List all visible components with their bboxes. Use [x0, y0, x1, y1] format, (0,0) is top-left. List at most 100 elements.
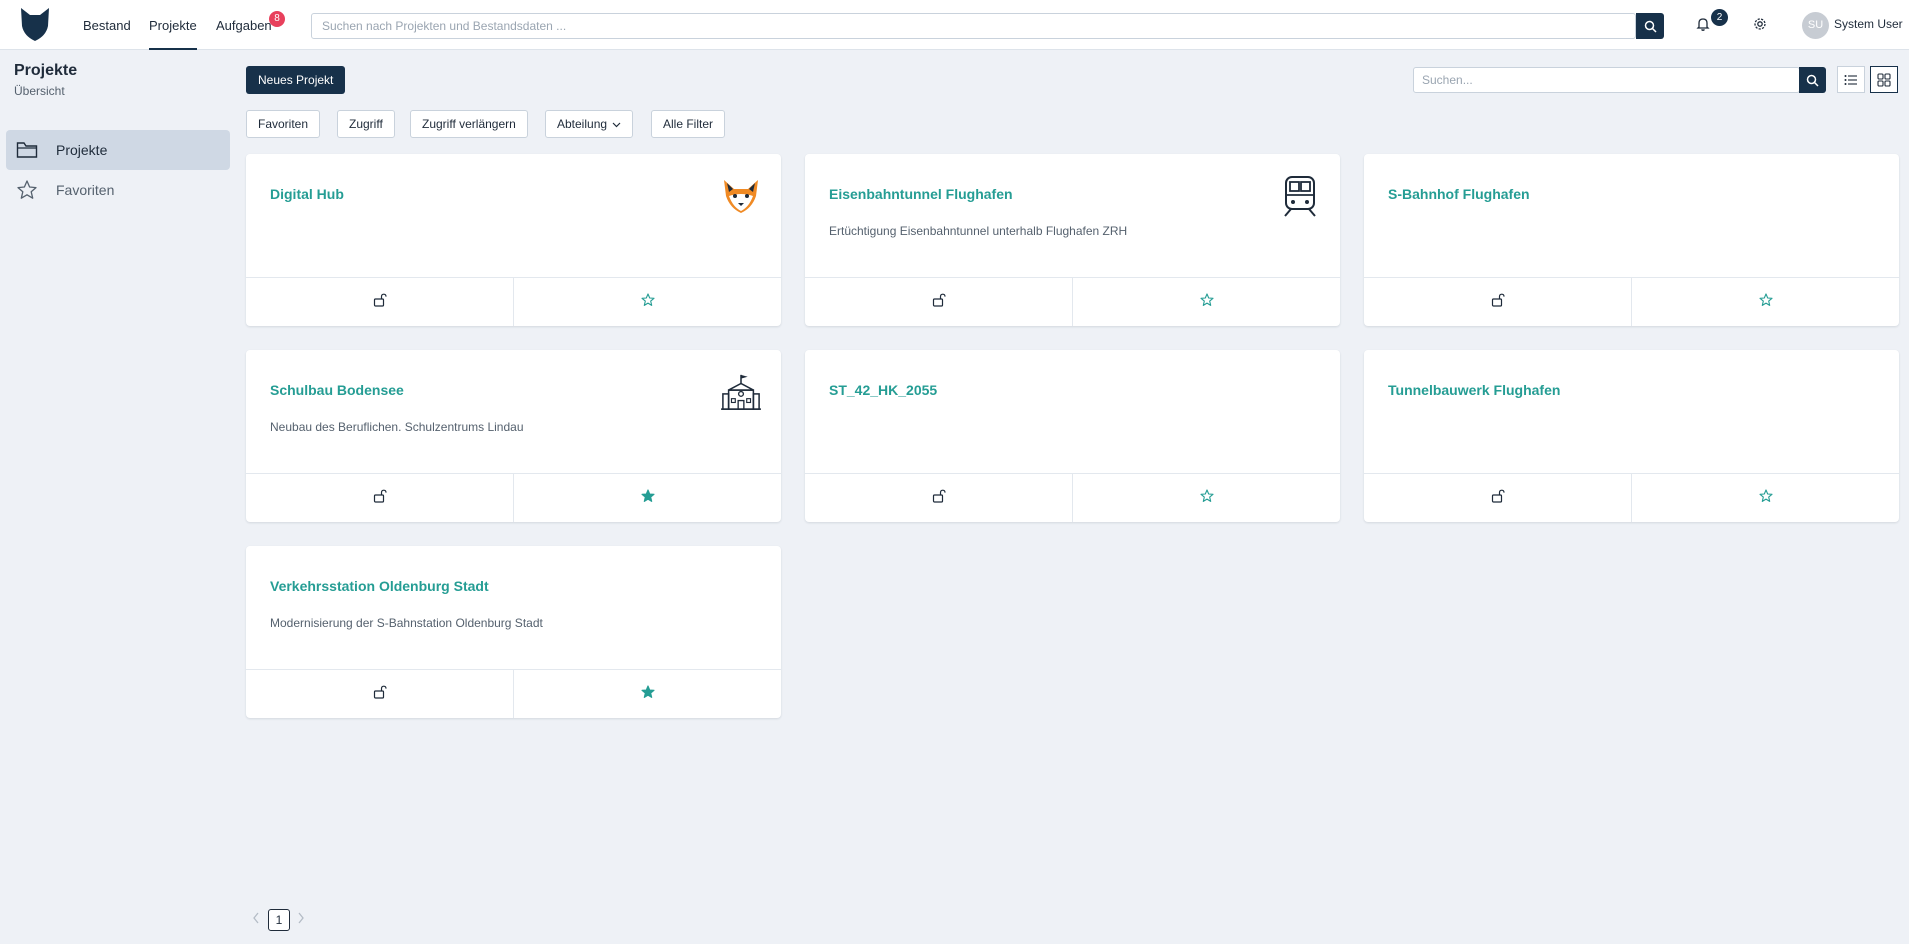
unlock-icon [373, 293, 387, 312]
filter-label: Zugriff [349, 117, 383, 131]
unlock-icon [1491, 489, 1505, 508]
company-logo-icon[interactable] [18, 6, 52, 42]
favorite-toggle-button[interactable] [1072, 474, 1340, 522]
user-name[interactable]: System User [1834, 17, 1903, 31]
avatar[interactable]: SU [1802, 12, 1829, 39]
star-icon [1199, 488, 1214, 508]
access-lock-button[interactable] [1364, 278, 1631, 326]
project-title-link[interactable]: ST_42_HK_2055 [829, 382, 937, 398]
project-title-link[interactable]: Schulbau Bodensee [270, 382, 404, 398]
filter-abteilung-dropdown[interactable]: Abteilung [545, 110, 634, 138]
chevron-down-icon [612, 122, 621, 127]
filter-label: Abteilung [557, 117, 608, 131]
project-description: Neubau des Beruflichen. Schulzentrums Li… [270, 420, 524, 434]
list-view-button[interactable] [1837, 66, 1865, 93]
global-search-field [311, 13, 1636, 39]
project-title-link[interactable]: Digital Hub [270, 186, 344, 202]
global-search-input[interactable] [312, 14, 1635, 38]
new-project-button[interactable]: Neues Projekt [246, 66, 346, 94]
filter-alle-filter-button[interactable]: Alle Filter [651, 110, 726, 138]
project-title-link[interactable]: Eisenbahntunnel Flughafen [829, 186, 1013, 202]
unlock-icon [373, 685, 387, 704]
star-icon [640, 292, 655, 312]
filter-zugriff-button[interactable]: Zugriff [337, 110, 395, 138]
project-description: Modernisierung der S-Bahnstation Oldenbu… [270, 616, 543, 630]
filter-favoriten-button[interactable]: Favoriten [246, 110, 321, 138]
favorite-toggle-button[interactable] [513, 670, 781, 718]
star-filled-icon [640, 684, 655, 704]
page-subtitle: Übersicht [14, 84, 65, 98]
project-card[interactable]: Digital Hub [246, 154, 781, 326]
project-search-field [1413, 67, 1800, 93]
grid-icon [1877, 72, 1891, 87]
unlock-icon [373, 489, 387, 508]
filter-zugriff-verlaengern-button[interactable]: Zugriff verlängern [410, 110, 528, 138]
nav-item-bestand[interactable]: Bestand [83, 0, 131, 50]
bell-icon[interactable] [1694, 15, 1712, 33]
access-lock-button[interactable] [805, 474, 1072, 522]
project-description: Ertüchtigung Eisenbahntunnel unterhalb F… [829, 224, 1128, 238]
nav-item-projekte[interactable]: Projekte [149, 0, 197, 50]
access-lock-button[interactable] [246, 474, 513, 522]
project-card-actions [805, 473, 1340, 522]
filter-label: Favoriten [258, 117, 309, 131]
grid-view-button[interactable] [1870, 66, 1898, 93]
project-card[interactable]: Tunnelbauwerk Flughafen [1364, 350, 1899, 522]
filter-label: Alle Filter [663, 117, 714, 131]
chevron-left-icon [253, 912, 259, 924]
project-card-actions [246, 473, 781, 522]
star-icon [1758, 292, 1773, 312]
project-card-actions [246, 277, 781, 326]
notification-count-badge: 2 [1711, 9, 1728, 26]
gear-icon[interactable] [1751, 15, 1769, 33]
star-icon [1199, 292, 1214, 312]
project-card[interactable]: Eisenbahntunnel Flughafen Ertüchtigung Ei… [805, 154, 1340, 326]
sidebar-item-label: Favoriten [56, 182, 115, 198]
favorite-toggle-button[interactable] [1631, 278, 1899, 326]
sidebar-item-favoriten[interactable]: Favoriten [6, 170, 230, 210]
fox-icon [721, 176, 761, 216]
star-icon [1758, 488, 1773, 508]
access-lock-button[interactable] [805, 278, 1072, 326]
favorite-toggle-button[interactable] [513, 278, 781, 326]
access-lock-button[interactable] [246, 278, 513, 326]
unlock-icon [932, 293, 946, 312]
favorite-toggle-button[interactable] [1072, 278, 1340, 326]
unlock-icon [1491, 293, 1505, 312]
access-lock-button[interactable] [246, 670, 513, 718]
next-page-button[interactable] [296, 911, 306, 925]
star-icon [14, 179, 40, 201]
project-title-link[interactable]: S-Bahnhof Flughafen [1388, 186, 1530, 202]
project-card-actions [1364, 277, 1899, 326]
search-icon [1644, 20, 1657, 33]
star-filled-icon [640, 488, 655, 508]
project-card[interactable]: Verkehrsstation Oldenburg Stadt Modernisi… [246, 546, 781, 718]
page-number-button[interactable]: 1 [268, 909, 290, 931]
folder-icon [14, 139, 40, 161]
project-title-link[interactable]: Verkehrsstation Oldenburg Stadt [270, 578, 489, 594]
project-card[interactable]: Schulbau Bodensee Neubau des Beruflichen.… [246, 350, 781, 522]
project-card-actions [246, 669, 781, 718]
top-navigation-bar: Bestand Projekte Aufgaben 8 2 SU System … [0, 0, 1909, 50]
sidebar-item-projekte[interactable]: Projekte [6, 130, 230, 170]
project-search-button[interactable] [1799, 67, 1826, 93]
unlock-icon [932, 489, 946, 508]
previous-page-button[interactable] [251, 911, 261, 925]
project-title-link[interactable]: Tunnelbauwerk Flughafen [1388, 382, 1560, 398]
project-search-input[interactable] [1414, 68, 1799, 92]
favorite-toggle-button[interactable] [1631, 474, 1899, 522]
tasks-count-badge: 8 [269, 11, 285, 27]
global-search-button[interactable] [1636, 13, 1664, 39]
school-icon [721, 372, 761, 412]
project-card-actions [1364, 473, 1899, 522]
project-card-actions [805, 277, 1340, 326]
favorite-toggle-button[interactable] [513, 474, 781, 522]
sidebar-item-label: Projekte [56, 142, 108, 158]
project-card[interactable]: ST_42_HK_2055 [805, 350, 1340, 522]
chevron-right-icon [298, 912, 304, 924]
nav-item-aufgaben[interactable]: Aufgaben [216, 0, 272, 50]
filter-label: Zugriff verlängern [422, 117, 516, 131]
project-card[interactable]: S-Bahnhof Flughafen [1364, 154, 1899, 326]
page-title: Projekte [14, 62, 78, 79]
access-lock-button[interactable] [1364, 474, 1631, 522]
